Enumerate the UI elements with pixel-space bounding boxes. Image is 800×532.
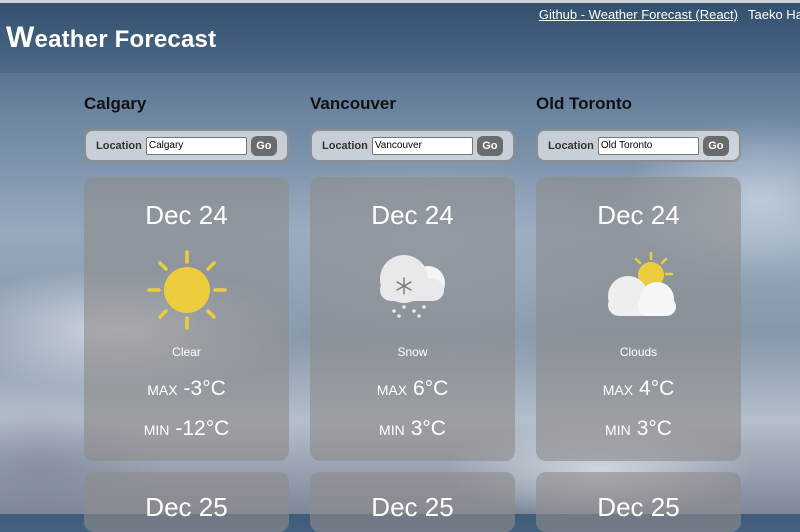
app-title: Weather Forecast bbox=[6, 21, 217, 54]
location-input[interactable] bbox=[145, 136, 247, 155]
forecast-date: Dec 25 bbox=[597, 492, 680, 522]
min-temp: -12°C bbox=[175, 417, 230, 440]
go-button[interactable]: Go bbox=[702, 135, 729, 156]
min-label: MIN bbox=[605, 422, 631, 438]
forecast-card: Dec 24 Snow MAX 6°C MIN 3°C bbox=[310, 177, 515, 461]
location-input[interactable] bbox=[371, 136, 473, 155]
weather-description: Clouds bbox=[619, 345, 658, 359]
forecast-card: Dec 24 Clear MAX -3°C MIN -12°C bbox=[84, 177, 289, 461]
location-form: Location Go bbox=[310, 129, 515, 162]
weather-description: Snow bbox=[397, 345, 428, 359]
forecast-card: Dec 24 Clouds MAX 4°C MIN 3°C bbox=[536, 177, 741, 461]
location-input[interactable] bbox=[597, 136, 699, 155]
city-title: Old Toronto bbox=[536, 94, 632, 113]
city-column-calgary: Calgary Location Go Dec 24 Clear MAX -3°… bbox=[84, 94, 289, 461]
city-column-vancouver: Vancouver Location Go Dec 24 Snow MAX bbox=[310, 94, 515, 461]
min-temp-row: MIN 3°C bbox=[536, 417, 741, 441]
header-links: Github - Weather Forecast (React) Taeko H… bbox=[539, 7, 800, 22]
app-header: Weather Forecast Github - Weather Foreca… bbox=[0, 3, 800, 73]
min-label: MIN bbox=[143, 422, 170, 438]
forecast-card: Dec 25 bbox=[310, 472, 515, 532]
forecast-date: Dec 24 bbox=[145, 200, 228, 230]
city-title: Calgary bbox=[84, 94, 147, 113]
city-title: Vancouver bbox=[310, 94, 396, 113]
location-label: Location bbox=[322, 139, 368, 152]
location-label: Location bbox=[548, 139, 594, 152]
max-temp: 4°C bbox=[639, 377, 675, 400]
city-column-old-toronto: Old Toronto Location Go Dec 24 Clouds MA… bbox=[536, 94, 741, 461]
clouds-icon bbox=[536, 249, 741, 331]
snow-icon bbox=[310, 249, 515, 331]
max-temp-row: MAX 4°C bbox=[536, 377, 741, 401]
forecast-card: Dec 25 bbox=[84, 472, 289, 532]
max-temp-row: MAX 6°C bbox=[310, 377, 515, 401]
sun-icon bbox=[84, 249, 289, 331]
min-label: MIN bbox=[379, 422, 405, 438]
github-link[interactable]: Github - Weather Forecast (React) bbox=[539, 7, 738, 22]
max-temp-row: MAX -3°C bbox=[84, 377, 289, 401]
location-label: Location bbox=[96, 139, 142, 152]
min-temp: 3°C bbox=[410, 417, 446, 440]
max-temp: 6°C bbox=[413, 377, 449, 400]
max-temp: -3°C bbox=[183, 377, 226, 400]
forecast-card: Dec 25 bbox=[536, 472, 741, 532]
max-label: MAX bbox=[602, 382, 634, 398]
min-temp: 3°C bbox=[636, 417, 672, 440]
forecast-date: Dec 24 bbox=[371, 200, 454, 230]
location-form: Location Go bbox=[84, 129, 289, 162]
forecast-date: Dec 24 bbox=[597, 200, 680, 230]
location-form: Location Go bbox=[536, 129, 741, 162]
go-button[interactable]: Go bbox=[250, 135, 277, 156]
min-temp-row: MIN 3°C bbox=[310, 417, 515, 441]
author-name: Taeko Har bbox=[748, 7, 800, 22]
weather-description: Clear bbox=[172, 345, 201, 359]
min-temp-row: MIN -12°C bbox=[84, 417, 289, 441]
go-button[interactable]: Go bbox=[476, 135, 503, 156]
forecast-date: Dec 25 bbox=[371, 492, 454, 522]
max-label: MAX bbox=[376, 382, 408, 398]
max-label: MAX bbox=[147, 382, 178, 398]
forecast-date: Dec 25 bbox=[145, 492, 228, 522]
